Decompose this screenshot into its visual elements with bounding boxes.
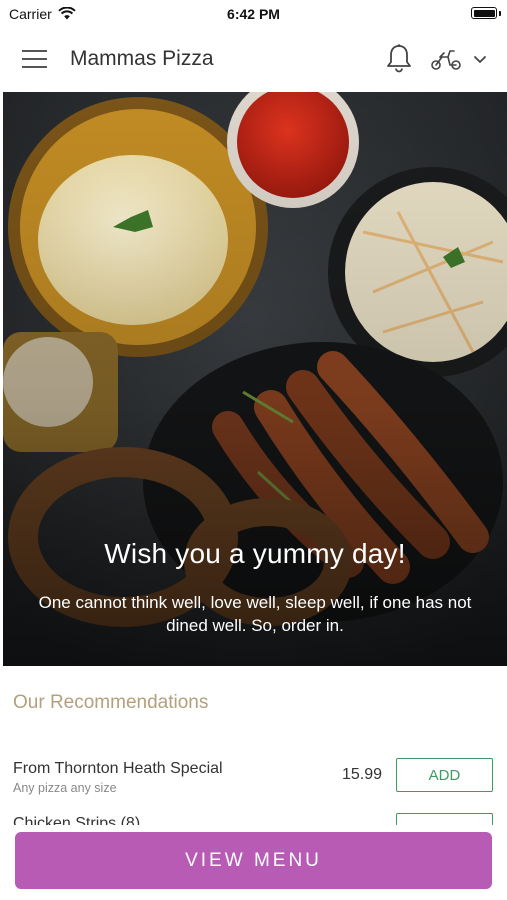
hero-banner: Wish you a yummy day! One cannot think w… <box>3 92 507 666</box>
hero-subtitle: One cannot think well, love well, sleep … <box>38 593 472 635</box>
add-button[interactable]: ADD <box>396 813 493 825</box>
view-menu-button[interactable]: VIEW MENU <box>15 832 492 889</box>
battery-tip <box>499 11 501 16</box>
item-name: Chicken Strips (8) <box>13 815 141 825</box>
bell-icon[interactable] <box>385 43 413 73</box>
hamburger-menu-icon[interactable] <box>22 50 47 68</box>
chevron-down-icon[interactable] <box>472 51 488 67</box>
app-header: Mammas Pizza <box>0 27 507 92</box>
recommendations-title: Our Recommendations <box>13 692 209 713</box>
item-price: 15.99 <box>342 766 383 783</box>
hero-title: Wish you a yummy day! <box>104 538 406 569</box>
delivery-scooter-icon[interactable] <box>430 47 462 71</box>
battery-icon <box>471 7 497 19</box>
list-item: From Thornton Heath Special Any pizza an… <box>0 750 507 805</box>
status-bar: Carrier 6:42 PM <box>0 0 507 27</box>
app-title: Mammas Pizza <box>70 47 214 70</box>
recommendations-list: From Thornton Heath Special Any pizza an… <box>0 750 507 825</box>
status-time: 6:42 PM <box>227 5 280 22</box>
hero-food-image <box>3 92 507 666</box>
item-name: From Thornton Heath Special <box>13 760 223 777</box>
item-description: Any pizza any size <box>13 781 117 795</box>
list-item: Chicken Strips (8) ADD <box>0 805 507 825</box>
add-button[interactable]: ADD <box>396 758 493 792</box>
